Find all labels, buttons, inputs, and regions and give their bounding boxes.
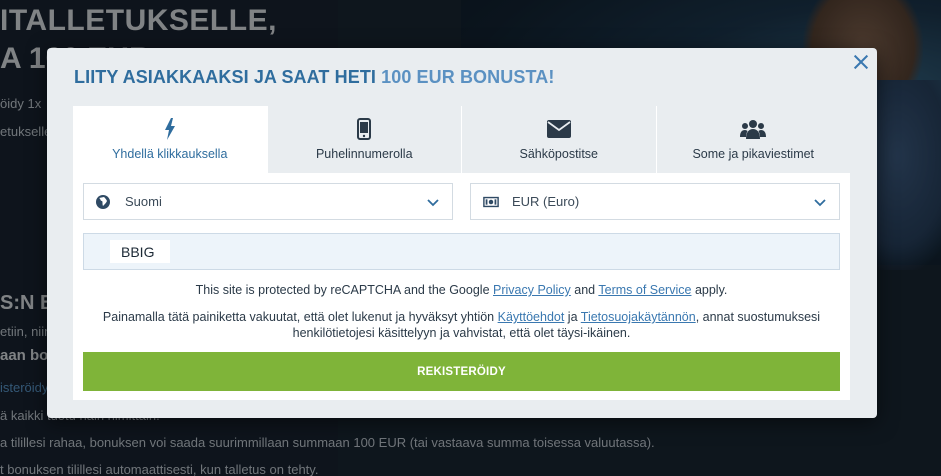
- recaptcha-text: and: [570, 283, 599, 297]
- tab-email[interactable]: Sähköpostitse: [461, 106, 656, 173]
- envelope-icon: [546, 117, 571, 141]
- tab-social[interactable]: Some ja pikaviestimet: [655, 106, 850, 173]
- modal-title-main: LIITY ASIAKKAAKSI JA SAAT HETI: [74, 67, 382, 87]
- recaptcha-notice: This site is protected by reCAPTCHA and …: [73, 283, 850, 297]
- recaptcha-text: This site is protected by reCAPTCHA and …: [195, 283, 493, 297]
- tab-label: Some ja pikaviestimet: [692, 147, 815, 161]
- close-icon[interactable]: [851, 52, 871, 72]
- promo-code-field: [83, 233, 840, 270]
- country-value: Suomi: [125, 194, 162, 209]
- tab-label: Yhdellä klikkauksella: [112, 147, 228, 161]
- terms-of-use-link[interactable]: Käyttöehdot: [498, 310, 565, 324]
- registration-panel: Yhdellä klikkauksella Puhelinnumerolla S…: [73, 106, 850, 400]
- currency-value: EUR (Euro): [512, 194, 580, 209]
- tab-phone[interactable]: Puhelinnumerolla: [266, 106, 461, 173]
- promo-code-input[interactable]: [110, 240, 170, 263]
- modal-title: LIITY ASIAKKAAKSI JA SAAT HETI 100 EUR B…: [74, 67, 554, 88]
- country-select[interactable]: Suomi: [83, 183, 453, 220]
- banknote-icon: [483, 194, 499, 210]
- terms-text: Painamalla tätä painiketta vakuutat, ett…: [102, 310, 498, 324]
- chevron-down-icon: [426, 195, 440, 209]
- registration-tabs: Yhdellä klikkauksella Puhelinnumerolla S…: [73, 106, 850, 173]
- currency-select[interactable]: EUR (Euro): [470, 183, 840, 220]
- privacy-policy-link[interactable]: Privacy Policy: [493, 283, 571, 297]
- recaptcha-text: apply.: [691, 283, 728, 297]
- tab-one-click[interactable]: Yhdellä klikkauksella: [73, 106, 267, 173]
- tab-label: Puhelinnumerolla: [315, 147, 413, 161]
- tab-label: Sähköpostitse: [519, 147, 599, 161]
- terms-of-service-link[interactable]: Terms of Service: [598, 283, 691, 297]
- terms-text: ja: [564, 310, 581, 324]
- terms-notice: Painamalla tätä painiketta vakuutat, ett…: [93, 309, 830, 341]
- modal-title-bonus: 100 EUR BONUSTA!: [381, 67, 555, 87]
- users-icon: [740, 117, 767, 141]
- lightning-icon: [164, 117, 176, 141]
- chevron-down-icon: [813, 195, 827, 209]
- registration-modal: LIITY ASIAKKAAKSI JA SAAT HETI 100 EUR B…: [47, 48, 877, 418]
- privacy-policy-link-fi[interactable]: Tietosuojakäytännön: [581, 310, 696, 324]
- phone-icon: [357, 117, 372, 141]
- globe-icon: [96, 194, 112, 210]
- register-button[interactable]: REKISTERÖIDY: [83, 352, 840, 391]
